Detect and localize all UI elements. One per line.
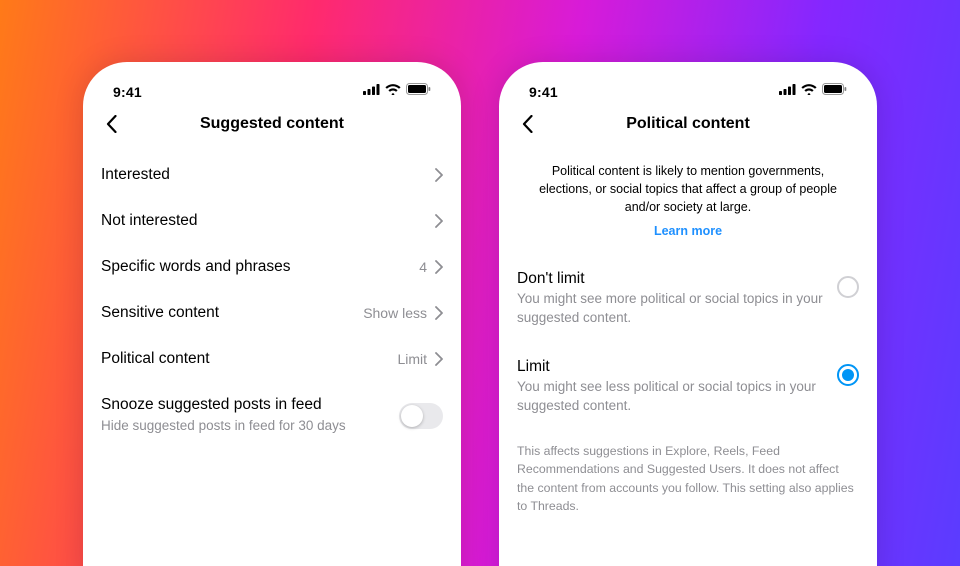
option-title: Don't limit bbox=[517, 270, 825, 288]
row-value: 4 bbox=[419, 259, 427, 275]
row-label: Specific words and phrases bbox=[101, 258, 291, 276]
content-panel: Political content is likely to mention g… bbox=[499, 146, 877, 566]
radio-unselected[interactable] bbox=[837, 276, 859, 298]
status-time: 9:41 bbox=[113, 84, 142, 100]
chevron-left-icon bbox=[522, 115, 533, 133]
row-label: Sensitive content bbox=[101, 304, 219, 322]
chevron-right-icon bbox=[435, 306, 443, 320]
cellular-icon bbox=[363, 82, 380, 100]
row-label: Not interested bbox=[101, 212, 198, 230]
radio-selected[interactable] bbox=[837, 364, 859, 386]
chevron-right-icon bbox=[435, 352, 443, 366]
gradient-background: 9:41 Suggested content Intereste bbox=[0, 0, 960, 566]
status-time: 9:41 bbox=[529, 84, 558, 100]
row-value: Limit bbox=[397, 351, 427, 367]
option-desc: You might see less political or social t… bbox=[517, 378, 825, 416]
row-interested[interactable]: Interested bbox=[83, 152, 461, 198]
row-value: Show less bbox=[363, 305, 427, 321]
page-title: Political content bbox=[499, 115, 877, 133]
chevron-right-icon bbox=[435, 260, 443, 274]
navbar: Political content bbox=[499, 102, 877, 146]
status-icons bbox=[779, 82, 847, 100]
learn-more-link[interactable]: Learn more bbox=[654, 224, 722, 238]
toggle-knob bbox=[401, 405, 423, 427]
status-bar: 9:41 bbox=[83, 62, 461, 102]
status-bar: 9:41 bbox=[499, 62, 877, 102]
snooze-label: Snooze suggested posts in feed bbox=[101, 396, 399, 414]
chevron-right-icon bbox=[435, 168, 443, 182]
chevron-left-icon bbox=[106, 115, 117, 133]
row-label: Interested bbox=[101, 166, 170, 184]
battery-icon bbox=[822, 82, 847, 100]
wifi-icon bbox=[801, 82, 817, 100]
option-dont-limit[interactable]: Don't limit You might see more political… bbox=[499, 258, 877, 340]
content-list: Interested Not interested Specific words… bbox=[83, 146, 461, 566]
info-text: Political content is likely to mention g… bbox=[527, 162, 849, 216]
snooze-subtitle: Hide suggested posts in feed for 30 days bbox=[101, 417, 399, 435]
back-button[interactable] bbox=[97, 110, 125, 138]
chevron-right-icon bbox=[435, 214, 443, 228]
row-not-interested[interactable]: Not interested bbox=[83, 198, 461, 244]
status-icons bbox=[363, 82, 431, 100]
phone-suggested-content: 9:41 Suggested content Intereste bbox=[83, 62, 461, 566]
page-title: Suggested content bbox=[83, 115, 461, 133]
row-snooze: Snooze suggested posts in feed Hide sugg… bbox=[83, 382, 461, 449]
phone-political-content: 9:41 Political content Political bbox=[499, 62, 877, 566]
cellular-icon bbox=[779, 82, 796, 100]
footnote-text: This affects suggestions in Explore, Ree… bbox=[499, 434, 877, 524]
back-button[interactable] bbox=[513, 110, 541, 138]
row-specific-words[interactable]: Specific words and phrases 4 bbox=[83, 244, 461, 290]
option-title: Limit bbox=[517, 358, 825, 376]
option-desc: You might see more political or social t… bbox=[517, 290, 825, 328]
row-label: Political content bbox=[101, 350, 210, 368]
row-political-content[interactable]: Political content Limit bbox=[83, 336, 461, 382]
row-sensitive-content[interactable]: Sensitive content Show less bbox=[83, 290, 461, 336]
snooze-toggle[interactable] bbox=[399, 403, 443, 429]
battery-icon bbox=[406, 82, 431, 100]
info-block: Political content is likely to mention g… bbox=[499, 152, 877, 248]
wifi-icon bbox=[385, 82, 401, 100]
option-limit[interactable]: Limit You might see less political or so… bbox=[499, 346, 877, 428]
navbar: Suggested content bbox=[83, 102, 461, 146]
